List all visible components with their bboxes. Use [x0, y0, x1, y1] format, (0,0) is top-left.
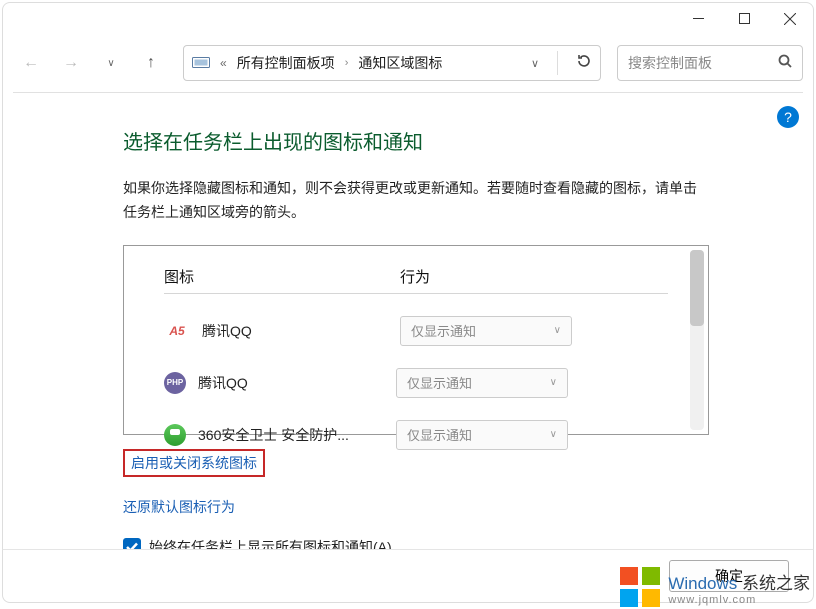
path-overflow-icon[interactable]: « [220, 56, 227, 70]
table-row: PHP 腾讯QQ 仅显示通知 ∨ [164, 368, 668, 398]
restore-defaults-link[interactable]: 还原默认图标行为 [123, 497, 793, 517]
scrollbar-thumb[interactable] [690, 250, 704, 326]
forward-button[interactable]: → [53, 45, 89, 81]
row-label: 360安全卫士 安全防护... [198, 425, 396, 445]
crumb-separator-icon: › [345, 57, 349, 69]
control-panel-icon [192, 54, 210, 72]
360-safe-icon [164, 424, 186, 446]
maximize-button[interactable] [721, 4, 767, 34]
crumb-notification-area[interactable]: 通知区域图标 [358, 53, 442, 73]
minimize-button[interactable] [675, 4, 721, 34]
search-box[interactable] [617, 45, 803, 81]
table-row: A5 腾讯QQ 仅显示通知 ∨ [164, 316, 668, 346]
header-icon: 图标 [164, 266, 400, 287]
behavior-select[interactable]: 仅显示通知 ∨ [400, 316, 572, 346]
back-button[interactable]: ← [13, 45, 49, 81]
windows-logo-icon [620, 567, 660, 607]
close-button[interactable] [767, 4, 813, 34]
icon-list: 图标 行为 A5 腾讯QQ 仅显示通知 ∨ PHP 腾讯QQ 仅显示通知 ∨ [123, 245, 709, 435]
qq-php-icon: PHP [164, 372, 186, 394]
chevron-down-icon: ∨ [554, 325, 561, 336]
toggle-system-icons-link[interactable]: 启用或关闭系统图标 [123, 449, 265, 477]
up-button[interactable]: ↑ [133, 45, 169, 81]
qq-a5-icon: A5 [164, 320, 190, 342]
watermark-brand-cn: 系统之家 [742, 574, 810, 593]
chevron-down-icon: ∨ [550, 377, 557, 388]
refresh-button[interactable] [576, 53, 592, 74]
address-dropdown-icon[interactable]: ∨ [531, 57, 539, 70]
separator [13, 92, 803, 93]
page-description: 如果你选择隐藏图标和通知，则不会获得更改或更新通知。若要随时查看隐藏的图标，请单… [123, 177, 703, 225]
behavior-select[interactable]: 仅显示通知 ∨ [396, 368, 568, 398]
table-row: 360安全卫士 安全防护... 仅显示通知 ∨ [164, 420, 668, 450]
help-badge[interactable]: ? [777, 106, 799, 128]
titlebar [2, 2, 814, 34]
search-icon[interactable] [778, 54, 792, 73]
behavior-select[interactable]: 仅显示通知 ∨ [396, 420, 568, 450]
recent-dropdown[interactable]: ∨ [93, 45, 129, 81]
search-input[interactable] [628, 55, 778, 71]
divider [557, 51, 558, 75]
watermark-url: www.jqmlv.com [668, 594, 810, 606]
header-rule [164, 293, 668, 294]
crumb-all-items[interactable]: 所有控制面板项 [237, 53, 335, 73]
watermark-brand-en: Windows [668, 574, 742, 593]
watermark: Windows 系统之家 www.jqmlv.com [620, 567, 810, 607]
address-bar[interactable]: « 所有控制面板项 › 通知区域图标 ∨ [183, 45, 601, 81]
breadcrumb: 所有控制面板项 › 通知区域图标 [237, 53, 443, 73]
toolbar: ← → ∨ ↑ « 所有控制面板项 › 通知区域图标 ∨ [2, 34, 814, 92]
row-label: 腾讯QQ [202, 321, 400, 341]
content-area: ? 选择在任务栏上出现的图标和通知 如果你选择隐藏图标和通知，则不会获得更改或更… [2, 92, 814, 557]
page-title: 选择在任务栏上出现的图标和通知 [123, 126, 793, 155]
row-label: 腾讯QQ [198, 373, 396, 393]
header-behavior: 行为 [400, 266, 668, 287]
chevron-down-icon: ∨ [550, 429, 557, 440]
